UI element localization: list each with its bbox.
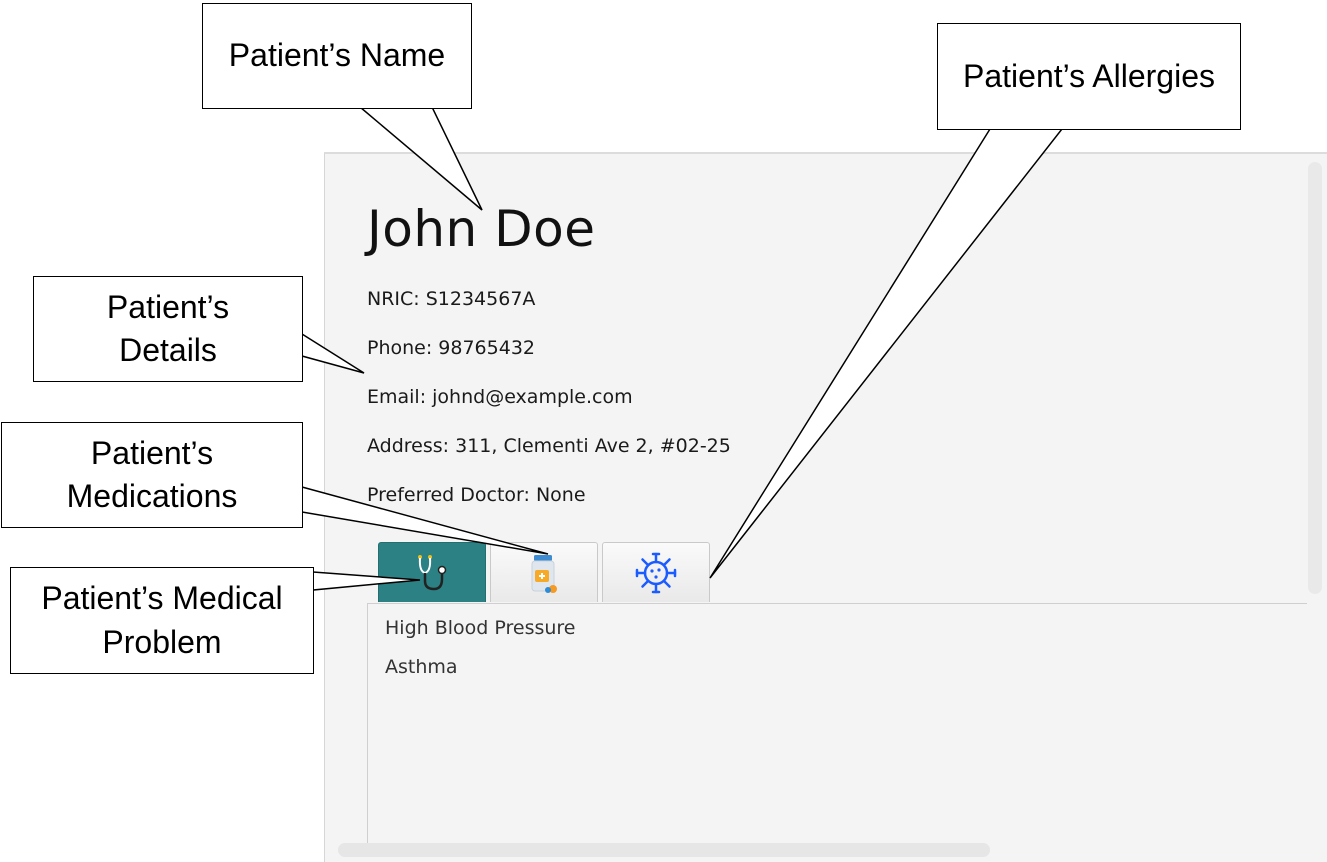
callout-patient-medical-problem: Patient’s Medical Problem	[10, 567, 314, 674]
callout-patient-details: Patient’s Details	[33, 276, 303, 382]
callout-patient-allergies: Patient’s Allergies	[937, 23, 1241, 130]
callout-patient-medical-problem-line2: Problem	[102, 623, 222, 660]
callout-patient-name: Patient’s Name	[202, 3, 472, 109]
callout-patient-medical-problem-line1: Patient’s Medical	[41, 580, 283, 617]
callout-patient-name-text: Patient’s Name	[228, 37, 446, 74]
callout-patient-medications: Patient’s Medications	[1, 422, 303, 528]
callout-patient-details-line2: Details	[119, 332, 217, 368]
callout-patient-details-line1: Patient’s	[106, 288, 230, 325]
callout-patient-medications-line2: Medications	[66, 478, 238, 514]
callout-patient-medications-line1: Patient’s	[90, 434, 214, 471]
callout-patient-allergies-text: Patient’s Allergies	[963, 57, 1215, 94]
